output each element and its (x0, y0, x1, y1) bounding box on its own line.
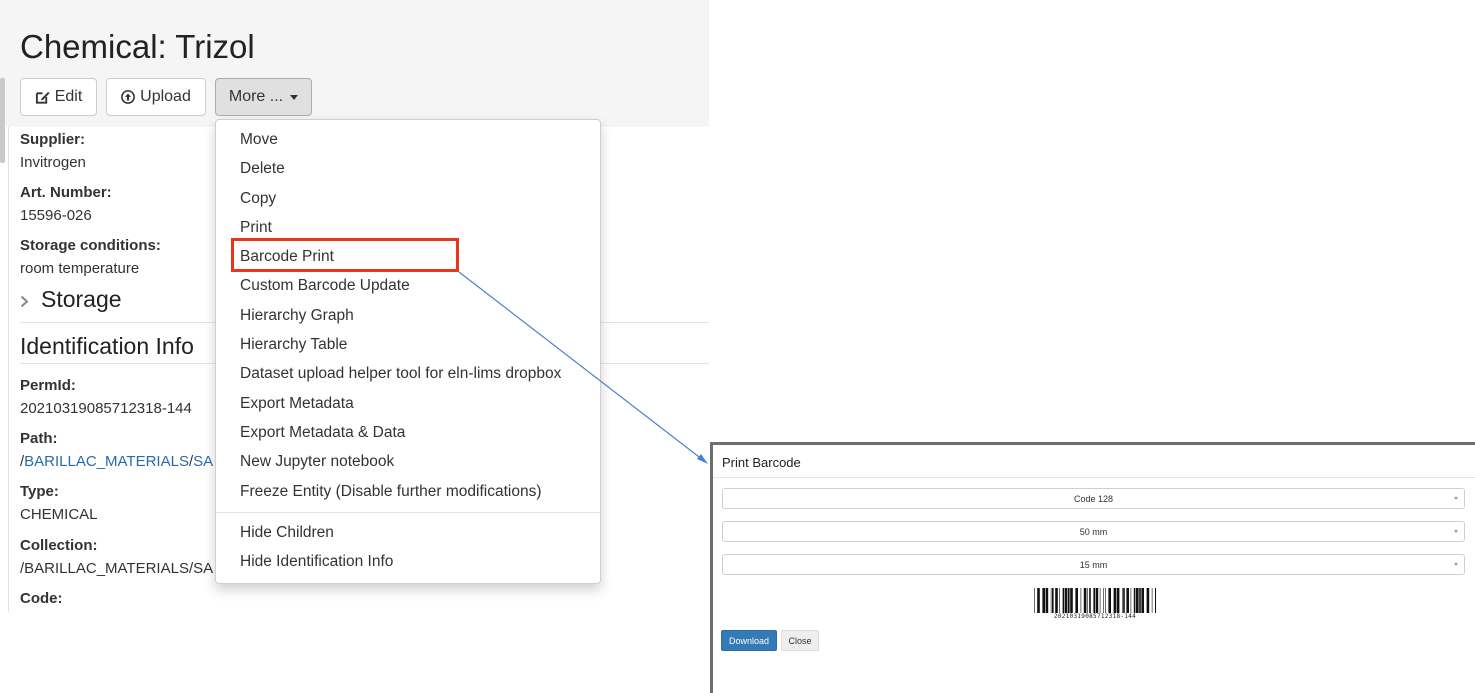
path-link-space[interactable]: SA (193, 453, 213, 470)
select-arrow-icon (1454, 530, 1458, 533)
art-number-label: Art. Number: (20, 184, 112, 201)
page-title: Chemical: Trizol (20, 28, 255, 65)
upload-button[interactable]: Upload (106, 78, 206, 116)
supplier-label: Supplier: (20, 131, 86, 148)
close-button[interactable]: Close (781, 630, 819, 651)
download-button[interactable]: Download (721, 630, 777, 651)
collection-value: /BARILLAC_MATERIALS/SA (20, 560, 214, 577)
menu-item-copy[interactable]: Copy (240, 190, 276, 208)
menu-item-delete[interactable]: Delete (240, 160, 285, 178)
art-number-value: 15596-026 (20, 207, 92, 224)
edit-button-label: Edit (54, 88, 83, 105)
type-label: Type: (20, 483, 59, 500)
identification-heading: Identification Info (20, 333, 194, 359)
collection-label: Collection: (20, 537, 98, 554)
edit-button[interactable]: Edit (20, 78, 97, 116)
storage-section-title: Storage (41, 286, 122, 312)
scrollbar[interactable] (0, 78, 5, 163)
storage-conditions-label: Storage conditions: (20, 237, 161, 254)
barcode-height-value: 15 mm (1079, 559, 1108, 570)
dialog-header-divider (713, 477, 1475, 478)
path-label: Path: (20, 430, 58, 447)
menu-item-custom-barcode-update[interactable]: Custom Barcode Update (240, 277, 410, 295)
upload-button-label: Upload (140, 88, 191, 105)
barcode-width-value: 50 mm (1079, 526, 1108, 537)
type-value: CHEMICAL (20, 506, 98, 523)
chevron-right-icon (20, 287, 29, 314)
path-value: /BARILLAC_MATERIALS/SA (20, 453, 213, 470)
print-barcode-dialog: Print Barcode Code 128 50 mm 15 mm 20210… (710, 442, 1475, 693)
storage-conditions-value: room temperature (20, 260, 140, 277)
code-label: Code: (20, 590, 63, 607)
barcode-type-select[interactable]: Code 128 (722, 488, 1465, 509)
menu-item-new-jupyter-notebook[interactable]: New Jupyter notebook (240, 453, 394, 471)
dialog-title: Print Barcode (722, 455, 801, 470)
menu-item-hierarchy-graph[interactable]: Hierarchy Graph (240, 307, 354, 325)
menu-divider (216, 512, 600, 513)
more-dropdown-menu: Move Delete Copy Print Barcode Print Cus… (215, 119, 601, 584)
menu-item-dataset-upload-helper[interactable]: Dataset upload helper tool for eln-lims … (240, 365, 561, 383)
upload-icon (121, 90, 136, 104)
permid-label: PermId: (20, 377, 76, 394)
barcode-text: 20210319085712318-144 (1053, 613, 1137, 620)
menu-item-print[interactable]: Print (240, 219, 272, 237)
select-arrow-icon (1454, 563, 1458, 566)
edit-icon (35, 90, 50, 105)
select-arrow-icon (1454, 497, 1458, 500)
barcode-print-highlight (231, 238, 459, 272)
menu-item-hierarchy-table[interactable]: Hierarchy Table (240, 336, 347, 354)
permid-value: 20210319085712318-144 (20, 400, 192, 417)
path-link-materials[interactable]: BARILLAC_MATERIALS (24, 453, 189, 470)
menu-item-hide-children[interactable]: Hide Children (240, 524, 334, 542)
menu-item-freeze-entity[interactable]: Freeze Entity (Disable further modificat… (240, 483, 542, 501)
barcode-type-value: Code 128 (1073, 493, 1114, 504)
menu-item-export-metadata[interactable]: Export Metadata (240, 395, 354, 413)
caret-down-icon (290, 94, 299, 100)
sidebar-border (8, 127, 9, 612)
menu-item-hide-identification-info[interactable]: Hide Identification Info (240, 553, 393, 571)
more-button-label: More ... (228, 88, 284, 105)
more-button[interactable]: More ... (215, 78, 312, 116)
menu-item-export-metadata-data[interactable]: Export Metadata & Data (240, 424, 405, 442)
storage-section-toggle[interactable]: Storage (20, 286, 122, 314)
menu-item-move[interactable]: Move (240, 131, 278, 149)
barcode-width-select[interactable]: 50 mm (722, 521, 1465, 542)
supplier-value: Invitrogen (20, 154, 86, 171)
barcode-height-select[interactable]: 15 mm (722, 554, 1465, 575)
